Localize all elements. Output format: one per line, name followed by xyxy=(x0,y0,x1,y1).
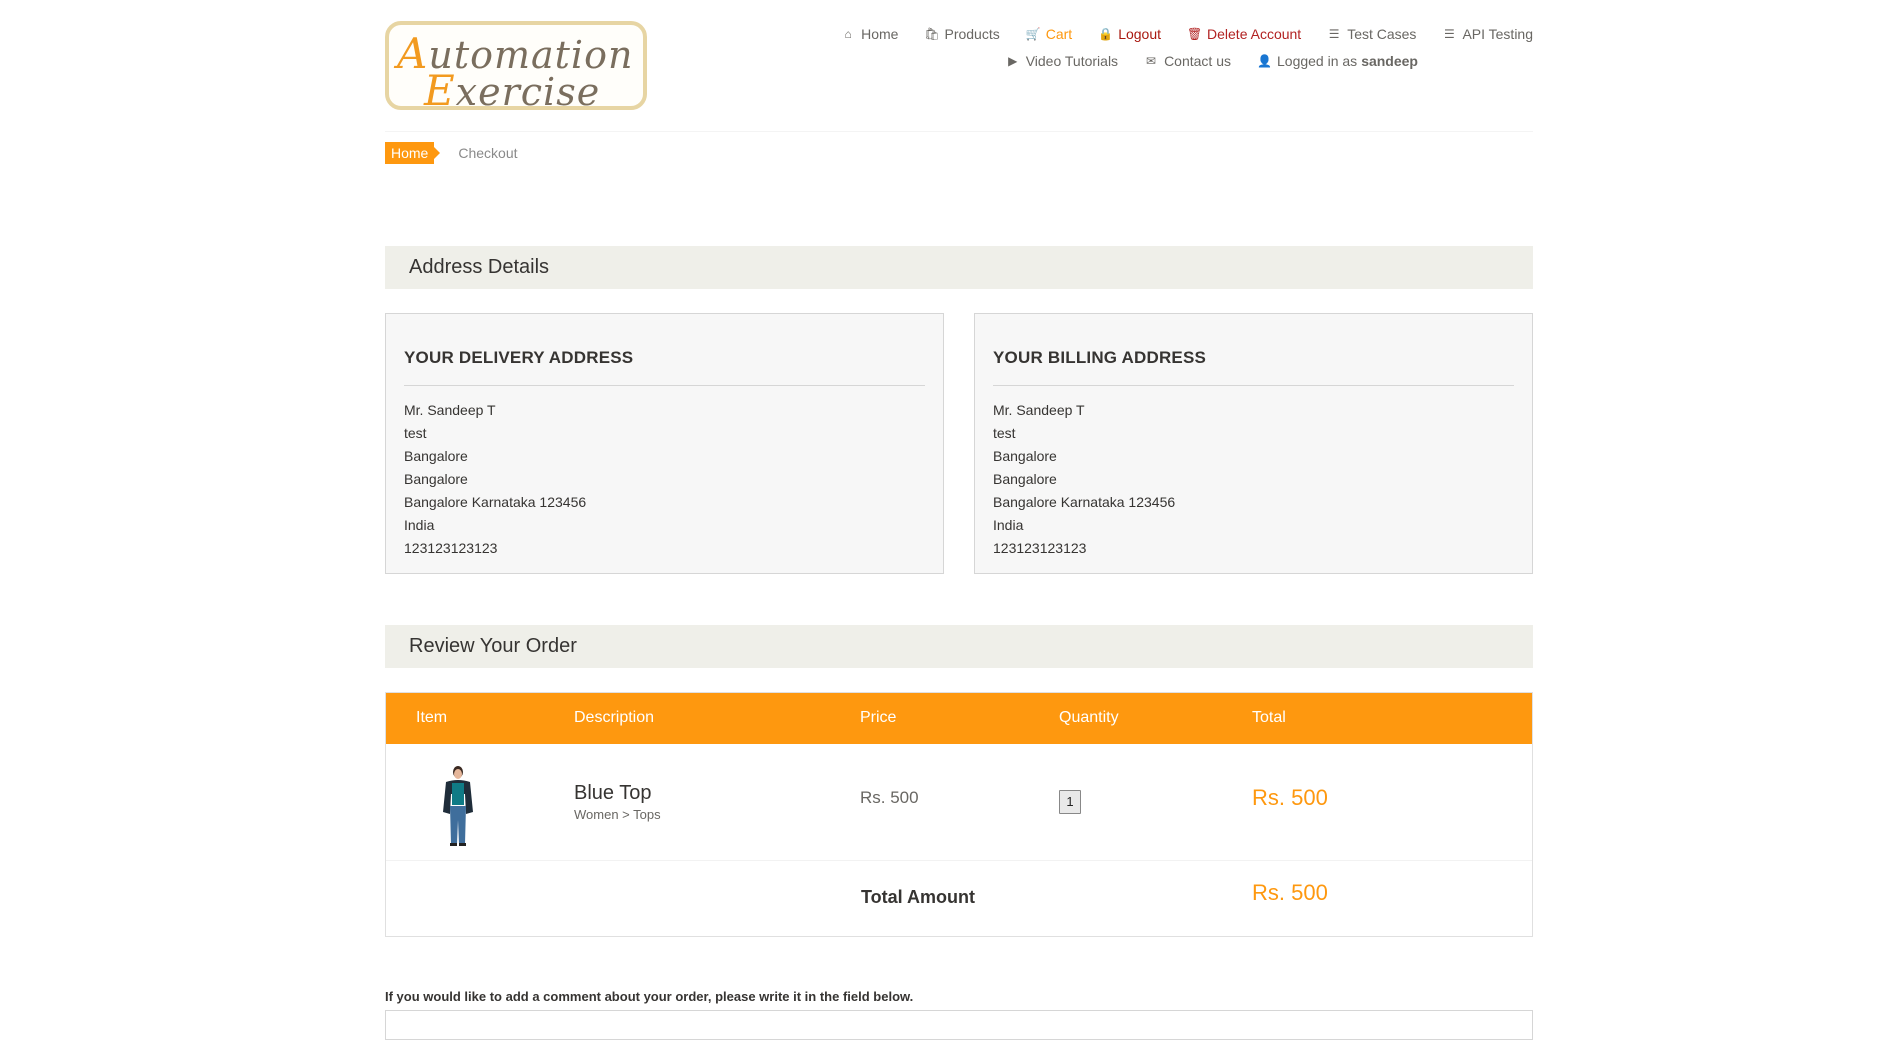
address-line: Bangalore xyxy=(404,448,468,464)
review-order-heading: Review Your Order xyxy=(385,625,1533,668)
address-line: Mr. Sandeep T xyxy=(993,402,1085,418)
nav-contact-us[interactable]: ✉ Contact us xyxy=(1144,53,1231,69)
billing-address-box: YOUR BILLING ADDRESS Mr. Sandeep T test … xyxy=(974,313,1533,574)
home-icon: ⌂ xyxy=(844,27,852,41)
nav-test-cases[interactable]: ☰ Test Cases xyxy=(1327,26,1417,42)
nav-row-secondary: ▶ Video Tutorials ✉ Contact us 👤 Logged … xyxy=(773,53,1533,69)
product-price: Rs. 500 xyxy=(860,788,919,807)
order-table: Item Description Price Quantity Total Bl… xyxy=(385,692,1533,937)
billing-address-title: YOUR BILLING ADDRESS xyxy=(993,314,1514,386)
product-category: Women > Tops xyxy=(574,807,661,822)
address-line: 123123123123 xyxy=(404,540,498,556)
header-price: Price xyxy=(860,709,897,726)
comment-label: If you would like to add a comment about… xyxy=(385,989,914,1004)
delivery-address-lines: Mr. Sandeep T test Bangalore Bangalore B… xyxy=(404,386,925,560)
products-icon: 🛍 xyxy=(924,27,940,41)
breadcrumb: Home Checkout xyxy=(385,142,518,164)
site-logo[interactable]: Automation Exercise xyxy=(385,21,647,115)
list-icon: ☰ xyxy=(1444,27,1455,41)
nav-delete-account[interactable]: 🗑 Delete Account xyxy=(1187,26,1301,42)
address-line: Bangalore xyxy=(404,471,468,487)
cart-icon: 🛒 xyxy=(1025,27,1041,41)
nav-products[interactable]: 🛍 Products xyxy=(924,26,999,42)
username: sandeep xyxy=(1361,53,1418,69)
nav-cart[interactable]: 🛒 Cart xyxy=(1026,26,1072,42)
address-line: test xyxy=(993,425,1016,441)
order-table-header: Item Description Price Quantity Total xyxy=(386,693,1532,744)
header-quantity: Quantity xyxy=(1059,709,1119,726)
nav-api-testing[interactable]: ☰ API Testing xyxy=(1442,26,1533,42)
address-line: India xyxy=(404,517,435,533)
breadcrumb-current: Checkout xyxy=(458,145,518,161)
header-description: Description xyxy=(574,709,655,726)
nav-video-tutorials[interactable]: ▶ Video Tutorials xyxy=(1006,53,1118,69)
product-image[interactable] xyxy=(438,764,478,846)
address-details-heading: Address Details xyxy=(385,246,1533,289)
lock-icon: 🔒 xyxy=(1098,27,1114,41)
product-total: Rs. 500 xyxy=(1252,785,1328,810)
header-item: Item xyxy=(416,709,448,726)
breadcrumb-home[interactable]: Home xyxy=(385,142,441,164)
trash-icon: 🗑 xyxy=(1187,27,1203,41)
address-line: Mr. Sandeep T xyxy=(404,402,496,418)
user-icon: 👤 xyxy=(1257,54,1272,68)
header-total: Total xyxy=(1252,709,1286,726)
youtube-icon: ▶ xyxy=(1008,54,1018,68)
comment-textarea[interactable] xyxy=(385,1010,1533,1040)
product-name[interactable]: Blue Top xyxy=(574,782,651,805)
total-amount-value: Rs. 500 xyxy=(1252,880,1328,905)
delivery-address-title: YOUR DELIVERY ADDRESS xyxy=(404,314,925,386)
nav-home[interactable]: ⌂ Home xyxy=(841,26,899,42)
nav-row-primary: ⌂ Home 🛍 Products 🛒 Cart 🔒 Logout 🗑 Dele… xyxy=(773,26,1534,42)
address-line: Bangalore Karnataka 123456 xyxy=(404,494,587,510)
nav-logged-in-as: 👤 Logged in as sandeep xyxy=(1257,53,1418,69)
address-line: Bangalore xyxy=(993,448,1057,464)
delivery-address-box: YOUR DELIVERY ADDRESS Mr. Sandeep T test… xyxy=(385,313,944,574)
product-quantity: 1 xyxy=(1059,790,1081,814)
address-line: 123123123123 xyxy=(993,540,1087,556)
address-line: Bangalore xyxy=(993,471,1057,487)
billing-address-lines: Mr. Sandeep T test Bangalore Bangalore B… xyxy=(993,386,1514,560)
total-amount-label: Total Amount xyxy=(861,887,975,907)
address-line: test xyxy=(404,425,427,441)
envelope-icon: ✉ xyxy=(1146,54,1157,68)
total-row: Total Amount Rs. 500 xyxy=(386,861,1532,937)
list-icon: ☰ xyxy=(1328,27,1340,41)
table-row: Blue Top Women > Tops Rs. 500 1 Rs. 500 xyxy=(386,744,1532,861)
address-line: India xyxy=(993,517,1024,533)
header-divider xyxy=(385,131,1533,132)
address-line: Bangalore Karnataka 123456 xyxy=(993,494,1176,510)
nav-logout[interactable]: 🔒 Logout xyxy=(1098,26,1161,42)
main-nav: ⌂ Home 🛍 Products 🛒 Cart 🔒 Logout 🗑 Dele… xyxy=(773,26,1534,69)
